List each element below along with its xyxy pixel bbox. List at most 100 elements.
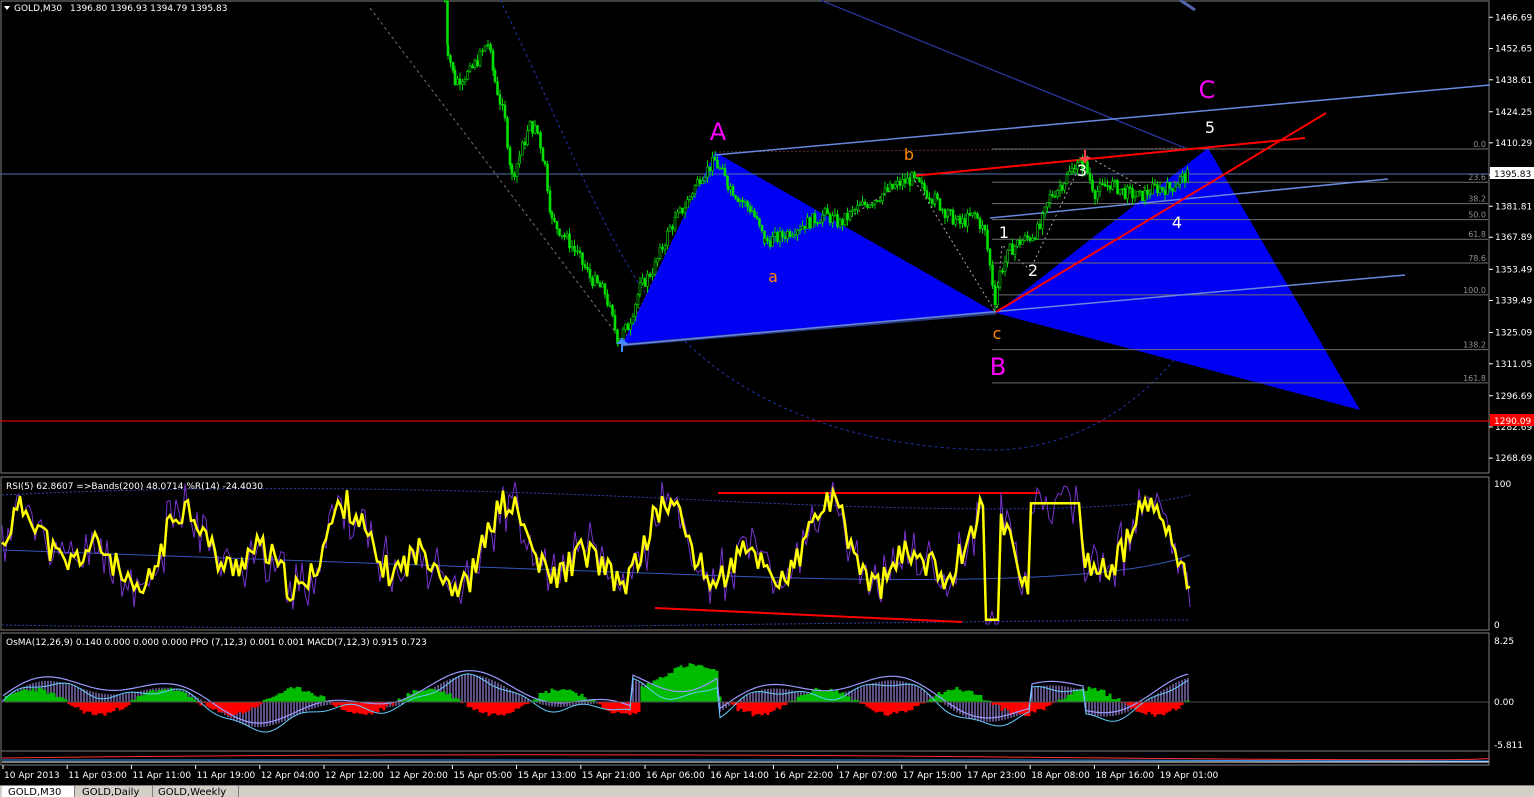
price-tick-label: 1311.05 (1495, 360, 1532, 370)
candle-body (1147, 190, 1149, 194)
osma-bar (758, 702, 761, 714)
osma-bar (512, 702, 515, 712)
candle-body (649, 274, 651, 276)
osma-bar (950, 690, 953, 701)
candle-body (827, 209, 829, 214)
osma-bar (947, 690, 950, 702)
candle-body (739, 200, 741, 201)
candle-body (622, 330, 624, 339)
candle-body (934, 194, 936, 204)
osma-bar (1163, 702, 1166, 715)
osma-bar (38, 688, 41, 702)
candle-body (947, 210, 949, 216)
macd-title: OsMA(12,26,9) 0.140 0.000 0.000 0.000 PP… (6, 638, 427, 648)
osma-bar (965, 691, 968, 702)
candle-body (862, 202, 864, 205)
candle-body (1142, 191, 1144, 201)
osma-bar (482, 702, 485, 713)
candle-body (962, 219, 964, 224)
rsi-tick-100: 100 (1494, 480, 1511, 490)
tab-gold-weekly[interactable]: GOLD,Weekly (152, 786, 239, 797)
osma-bar (848, 696, 851, 701)
candle-body (587, 267, 589, 269)
bottom-strip (1, 751, 1489, 765)
osma-bar (575, 693, 578, 702)
osma-bar (896, 702, 899, 714)
osma-bar (743, 702, 746, 712)
osma-bar (245, 702, 248, 712)
candle-body (694, 186, 696, 194)
candle-body (697, 180, 699, 186)
candle-body (459, 79, 461, 84)
wave-label-5: 5 (1205, 118, 1215, 137)
tab-gold-daily[interactable]: GOLD,Daily (76, 786, 153, 797)
osma-bar (233, 702, 236, 715)
candle-body (699, 180, 701, 184)
candle-body (769, 241, 771, 247)
candle-body (1177, 184, 1179, 187)
candle-body (1117, 180, 1119, 193)
candle-body (630, 323, 632, 330)
osma-bar (266, 699, 269, 702)
candle-body (444, 1, 446, 2)
osma-bar (452, 699, 455, 702)
candle-body (511, 165, 513, 174)
price-scale: 1466.691452.651438.611424.251410.291395.… (1489, 13, 1532, 464)
osma-bar (350, 702, 353, 712)
osma-bar (632, 702, 635, 713)
osma-bar (560, 690, 563, 702)
osma-bar (83, 702, 86, 714)
osma-bar (749, 702, 752, 711)
osma-bar (566, 690, 569, 702)
osma-bar (626, 702, 629, 714)
osma-bar (692, 664, 695, 702)
candle-body (931, 199, 933, 203)
price-tick-label: 1325.09 (1495, 329, 1532, 339)
fib-label: 161.8 (1463, 374, 1486, 383)
candle-body (635, 304, 637, 316)
osma-bar (698, 665, 701, 702)
osma-bar (383, 702, 386, 710)
time-tick-label: 11 Apr 03:00 (68, 771, 127, 781)
candle-body (837, 214, 839, 226)
candle-body (817, 223, 819, 224)
candle-body (844, 213, 846, 225)
candle-body (1097, 191, 1099, 199)
osma-bar (1103, 690, 1106, 702)
candle-body (687, 199, 689, 207)
wave-label-c: c (993, 324, 1002, 343)
osma-bar (755, 702, 758, 715)
osma-bar (53, 693, 56, 702)
osma-bar (140, 696, 143, 702)
candle-body (692, 194, 694, 197)
osma-bar (956, 687, 959, 702)
tab-gold-m30[interactable]: GOLD,M30 (2, 786, 75, 797)
candle-body (1164, 190, 1166, 195)
osma-bar (185, 693, 188, 702)
candle-body (639, 283, 641, 295)
osma-bar (893, 702, 896, 712)
osma-bar (158, 690, 161, 702)
osma-bar (887, 702, 890, 716)
candle-body (464, 79, 466, 81)
candle-body (477, 61, 479, 66)
osma-bar (557, 691, 560, 702)
osma-bar (1034, 702, 1037, 713)
candle-body (487, 44, 489, 45)
wave-label-A: A (710, 118, 727, 146)
osma-bar (11, 694, 14, 702)
candle-body (462, 82, 464, 84)
candle-body (864, 202, 866, 205)
osma-bar (455, 698, 458, 702)
osma-bar (761, 702, 764, 716)
candle-body (450, 56, 452, 63)
chart-canvas[interactable]: 0.023.638.250.061.878.6100.0138.2161.8 A… (0, 0, 1534, 785)
osma-bar (776, 702, 779, 708)
price-tick-label: 1424.25 (1495, 108, 1532, 118)
osma-bar (473, 702, 476, 710)
candle-body (479, 51, 481, 66)
candle-body (566, 234, 568, 237)
candle-body (537, 132, 539, 133)
fib-label: 78.6 (1468, 254, 1486, 263)
osma-bar (77, 702, 80, 707)
